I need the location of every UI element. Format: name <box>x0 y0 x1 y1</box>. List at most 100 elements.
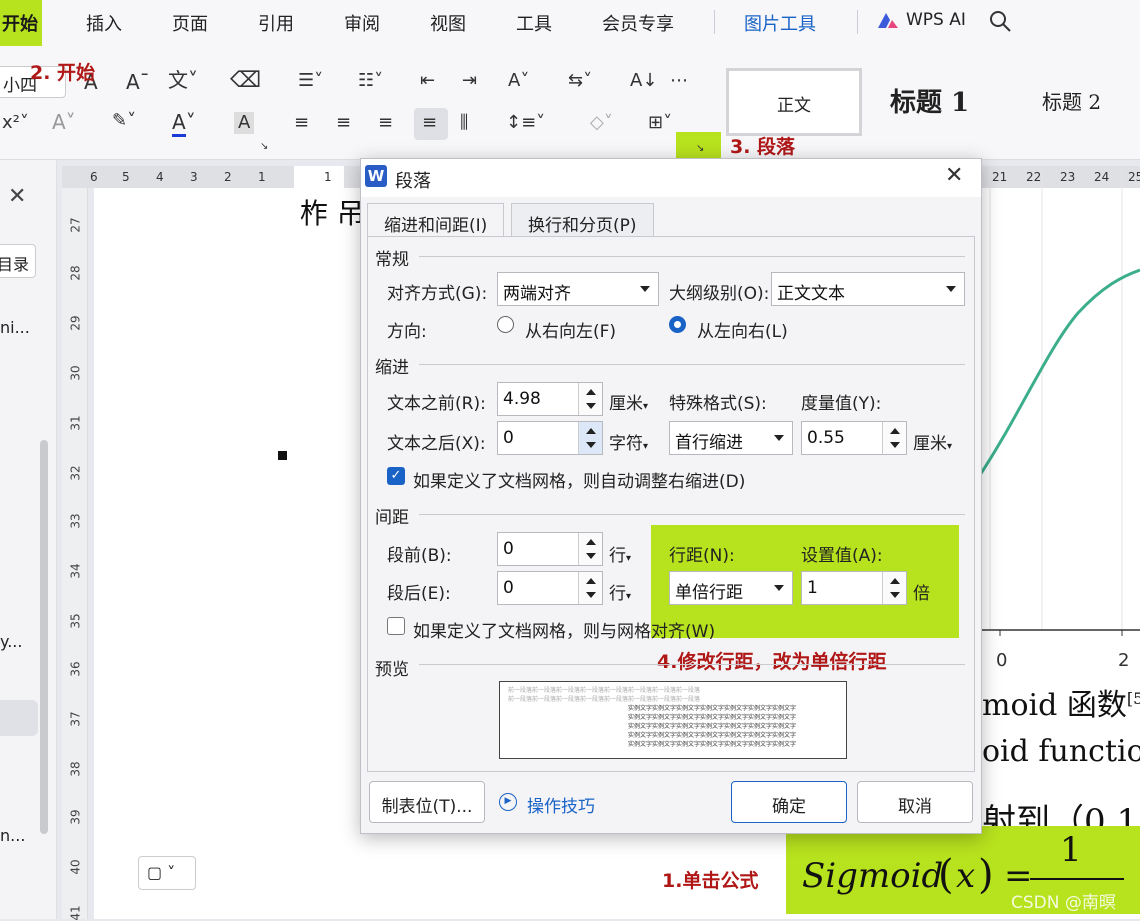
nav-item[interactable]: n... <box>0 826 25 845</box>
char-shading-icon[interactable]: A <box>234 112 255 134</box>
tab-indent-spacing[interactable]: 缩进和间距(I) <box>367 203 505 237</box>
swap-icon[interactable]: ⇆˅ <box>568 72 592 90</box>
space-before-unit[interactable]: 行▾ <box>609 541 631 566</box>
shrink-font-icon[interactable]: Aˉ <box>126 72 150 92</box>
stepper-up-icon[interactable] <box>890 578 900 584</box>
menu-member[interactable]: 会员专享 <box>602 10 674 36</box>
stepper-down-icon[interactable] <box>586 553 596 559</box>
distributed-icon[interactable]: ⫼ <box>460 114 468 132</box>
menu-review[interactable]: 审阅 <box>344 10 380 36</box>
auto-adjust-checkbox[interactable]: ✓ <box>387 467 405 485</box>
nav-item-selected[interactable] <box>0 700 38 736</box>
stepper-buttons[interactable] <box>578 572 602 604</box>
special-format-select[interactable]: 首行缩进 <box>669 421 793 455</box>
space-before-stepper[interactable]: 0 <box>497 532 603 566</box>
space-after-unit[interactable]: 行▾ <box>609 579 631 604</box>
layout-options-icon[interactable]: ▢ ˅ <box>138 856 196 890</box>
menu-view[interactable]: 视图 <box>430 10 466 36</box>
menu-page[interactable]: 页面 <box>172 10 208 36</box>
justify-icon[interactable]: ≡ <box>414 108 448 140</box>
increase-indent-icon[interactable]: ⇥ <box>462 72 477 90</box>
menu-home[interactable]: 开始 <box>0 0 42 52</box>
show-marks-icon[interactable]: ⋯ <box>670 72 688 90</box>
paragraph-dialog-launcher-icon[interactable]: ↘ <box>696 144 704 154</box>
eraser-icon[interactable]: ⌫ <box>230 70 261 92</box>
phonetic-icon[interactable]: 文˅ <box>168 70 198 90</box>
text-effect-icon[interactable]: A˅ <box>52 112 76 132</box>
menu-insert[interactable]: 插入 <box>86 10 122 36</box>
snap-to-grid-checkbox[interactable] <box>387 617 405 635</box>
tabs-button[interactable]: 制表位(T)... <box>369 781 485 823</box>
indent-before-unit[interactable]: 厘米▾ <box>609 389 648 414</box>
dialog-titlebar[interactable]: W 段落 ✕ <box>361 159 981 197</box>
stepper-down-icon[interactable] <box>586 403 596 409</box>
indent-after-unit[interactable]: 字符▾ <box>609 429 648 454</box>
font-color-icon[interactable]: A˅ <box>172 110 196 137</box>
text-direction-icon[interactable]: A˅ <box>508 72 529 90</box>
bullet-list-icon[interactable]: ☰˅ <box>298 72 323 90</box>
stepper-buttons[interactable] <box>882 572 906 604</box>
space-after-stepper[interactable]: 0 <box>497 571 603 605</box>
sort-icon[interactable]: A↓ <box>630 72 657 90</box>
nav-scrollbar[interactable] <box>40 440 48 834</box>
shading-icon[interactable]: ◇˅ <box>590 114 613 132</box>
line-spacing-icon[interactable]: ↕≡˅ <box>506 114 545 132</box>
ok-button[interactable]: 确定 <box>731 781 847 823</box>
stepper-buttons[interactable] <box>882 422 906 454</box>
rtl-radio[interactable] <box>497 316 514 333</box>
menu-references[interactable]: 引用 <box>258 10 294 36</box>
formula-paren: ) <box>978 852 994 898</box>
alignment-select[interactable]: 两端对齐 <box>497 272 659 306</box>
auto-adjust-label[interactable]: 如果定义了文档网格，则自动调整右缩进(D) <box>413 467 745 492</box>
style-heading1[interactable]: 标题 1 <box>872 68 1002 136</box>
measure-stepper[interactable]: 0.55 <box>801 421 907 455</box>
nav-item[interactable]: ni... <box>0 318 30 337</box>
stepper-up-icon[interactable] <box>586 389 596 395</box>
stepper-down-icon[interactable] <box>586 592 596 598</box>
stepper-buttons[interactable] <box>578 422 602 454</box>
highlight-icon[interactable]: ✎˅ <box>112 112 136 130</box>
close-icon[interactable]: ✕ <box>945 163 963 188</box>
stepper-up-icon[interactable] <box>890 428 900 434</box>
tips-link[interactable]: 操作技巧 <box>527 792 595 817</box>
close-icon[interactable]: ✕ <box>8 184 26 209</box>
align-right-icon[interactable]: ≡ <box>378 114 393 132</box>
outline-level-select[interactable]: 正文文本 <box>771 272 965 306</box>
menu-tools[interactable]: 工具 <box>516 10 552 36</box>
snap-to-grid-label[interactable]: 如果定义了文档网格，则与网格对齐(W) <box>413 617 715 642</box>
menu-picture-tools[interactable]: 图片工具 <box>744 10 816 36</box>
menu-wps-ai[interactable]: WPS AI <box>906 10 966 30</box>
align-center-icon[interactable]: ≡ <box>336 114 351 132</box>
indent-after-stepper[interactable]: 0 <box>497 421 603 455</box>
ltr-radio[interactable] <box>669 316 686 333</box>
stepper-up-icon[interactable] <box>586 578 596 584</box>
play-icon[interactable]: ▶ <box>499 793 517 811</box>
rtl-label[interactable]: 从右向左(F) <box>525 317 616 342</box>
line-spacing-select[interactable]: 单倍行距 <box>669 571 793 605</box>
search-icon[interactable] <box>988 9 1012 37</box>
decrease-indent-icon[interactable]: ⇤ <box>420 72 435 90</box>
stepper-down-icon[interactable] <box>890 442 900 448</box>
vertical-ruler[interactable]: 27 28 29 30 31 32 33 34 35 36 37 38 39 4… <box>62 188 88 921</box>
cancel-button[interactable]: 取消 <box>857 781 973 823</box>
stepper-down-icon[interactable] <box>890 592 900 598</box>
font-dialog-launcher-icon[interactable]: ↘ <box>260 142 268 152</box>
setting-value-stepper[interactable]: 1 <box>801 571 907 605</box>
ltr-label[interactable]: 从左向右(L) <box>697 317 788 342</box>
superscript-icon[interactable]: x²˅ <box>2 114 29 132</box>
tab-line-page-breaks[interactable]: 换行和分页(P) <box>511 203 654 237</box>
stepper-buttons[interactable] <box>578 383 602 415</box>
numbered-list-icon[interactable]: ☷˅ <box>358 72 383 90</box>
style-heading2[interactable]: 标题 2 <box>1030 68 1140 136</box>
borders-icon[interactable]: ⊞˅ <box>648 114 672 132</box>
indent-before-stepper[interactable]: 4.98 <box>497 382 603 416</box>
style-normal[interactable]: 正文 <box>726 68 862 136</box>
align-left-icon[interactable]: ≡ <box>294 114 309 132</box>
measure-unit[interactable]: 厘米▾ <box>913 429 952 454</box>
nav-item[interactable]: y... <box>0 632 22 651</box>
stepper-buttons[interactable] <box>578 533 602 565</box>
toc-button[interactable]: 目录 <box>0 244 36 278</box>
stepper-up-icon[interactable] <box>586 539 596 545</box>
stepper-up-icon[interactable] <box>586 428 596 434</box>
stepper-down-icon[interactable] <box>586 442 596 448</box>
